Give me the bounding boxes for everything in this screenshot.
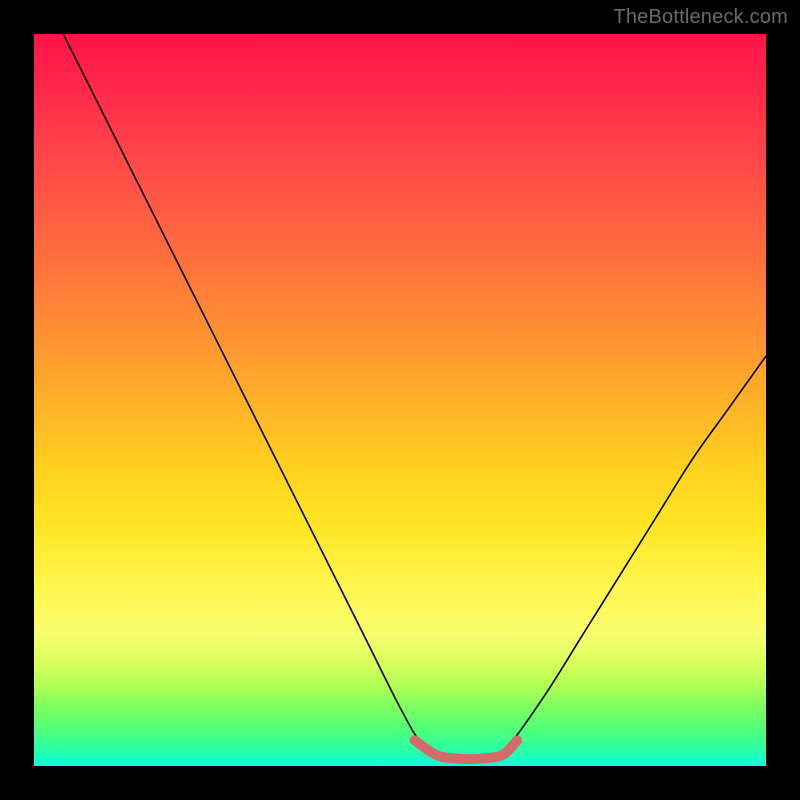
bottleneck-curve [63, 34, 766, 760]
plot-svg [34, 34, 766, 766]
chart-frame: TheBottleneck.com [0, 0, 800, 800]
watermark-text: TheBottleneck.com [613, 6, 788, 29]
tolerance-band [415, 740, 517, 759]
plot-area [34, 34, 766, 766]
